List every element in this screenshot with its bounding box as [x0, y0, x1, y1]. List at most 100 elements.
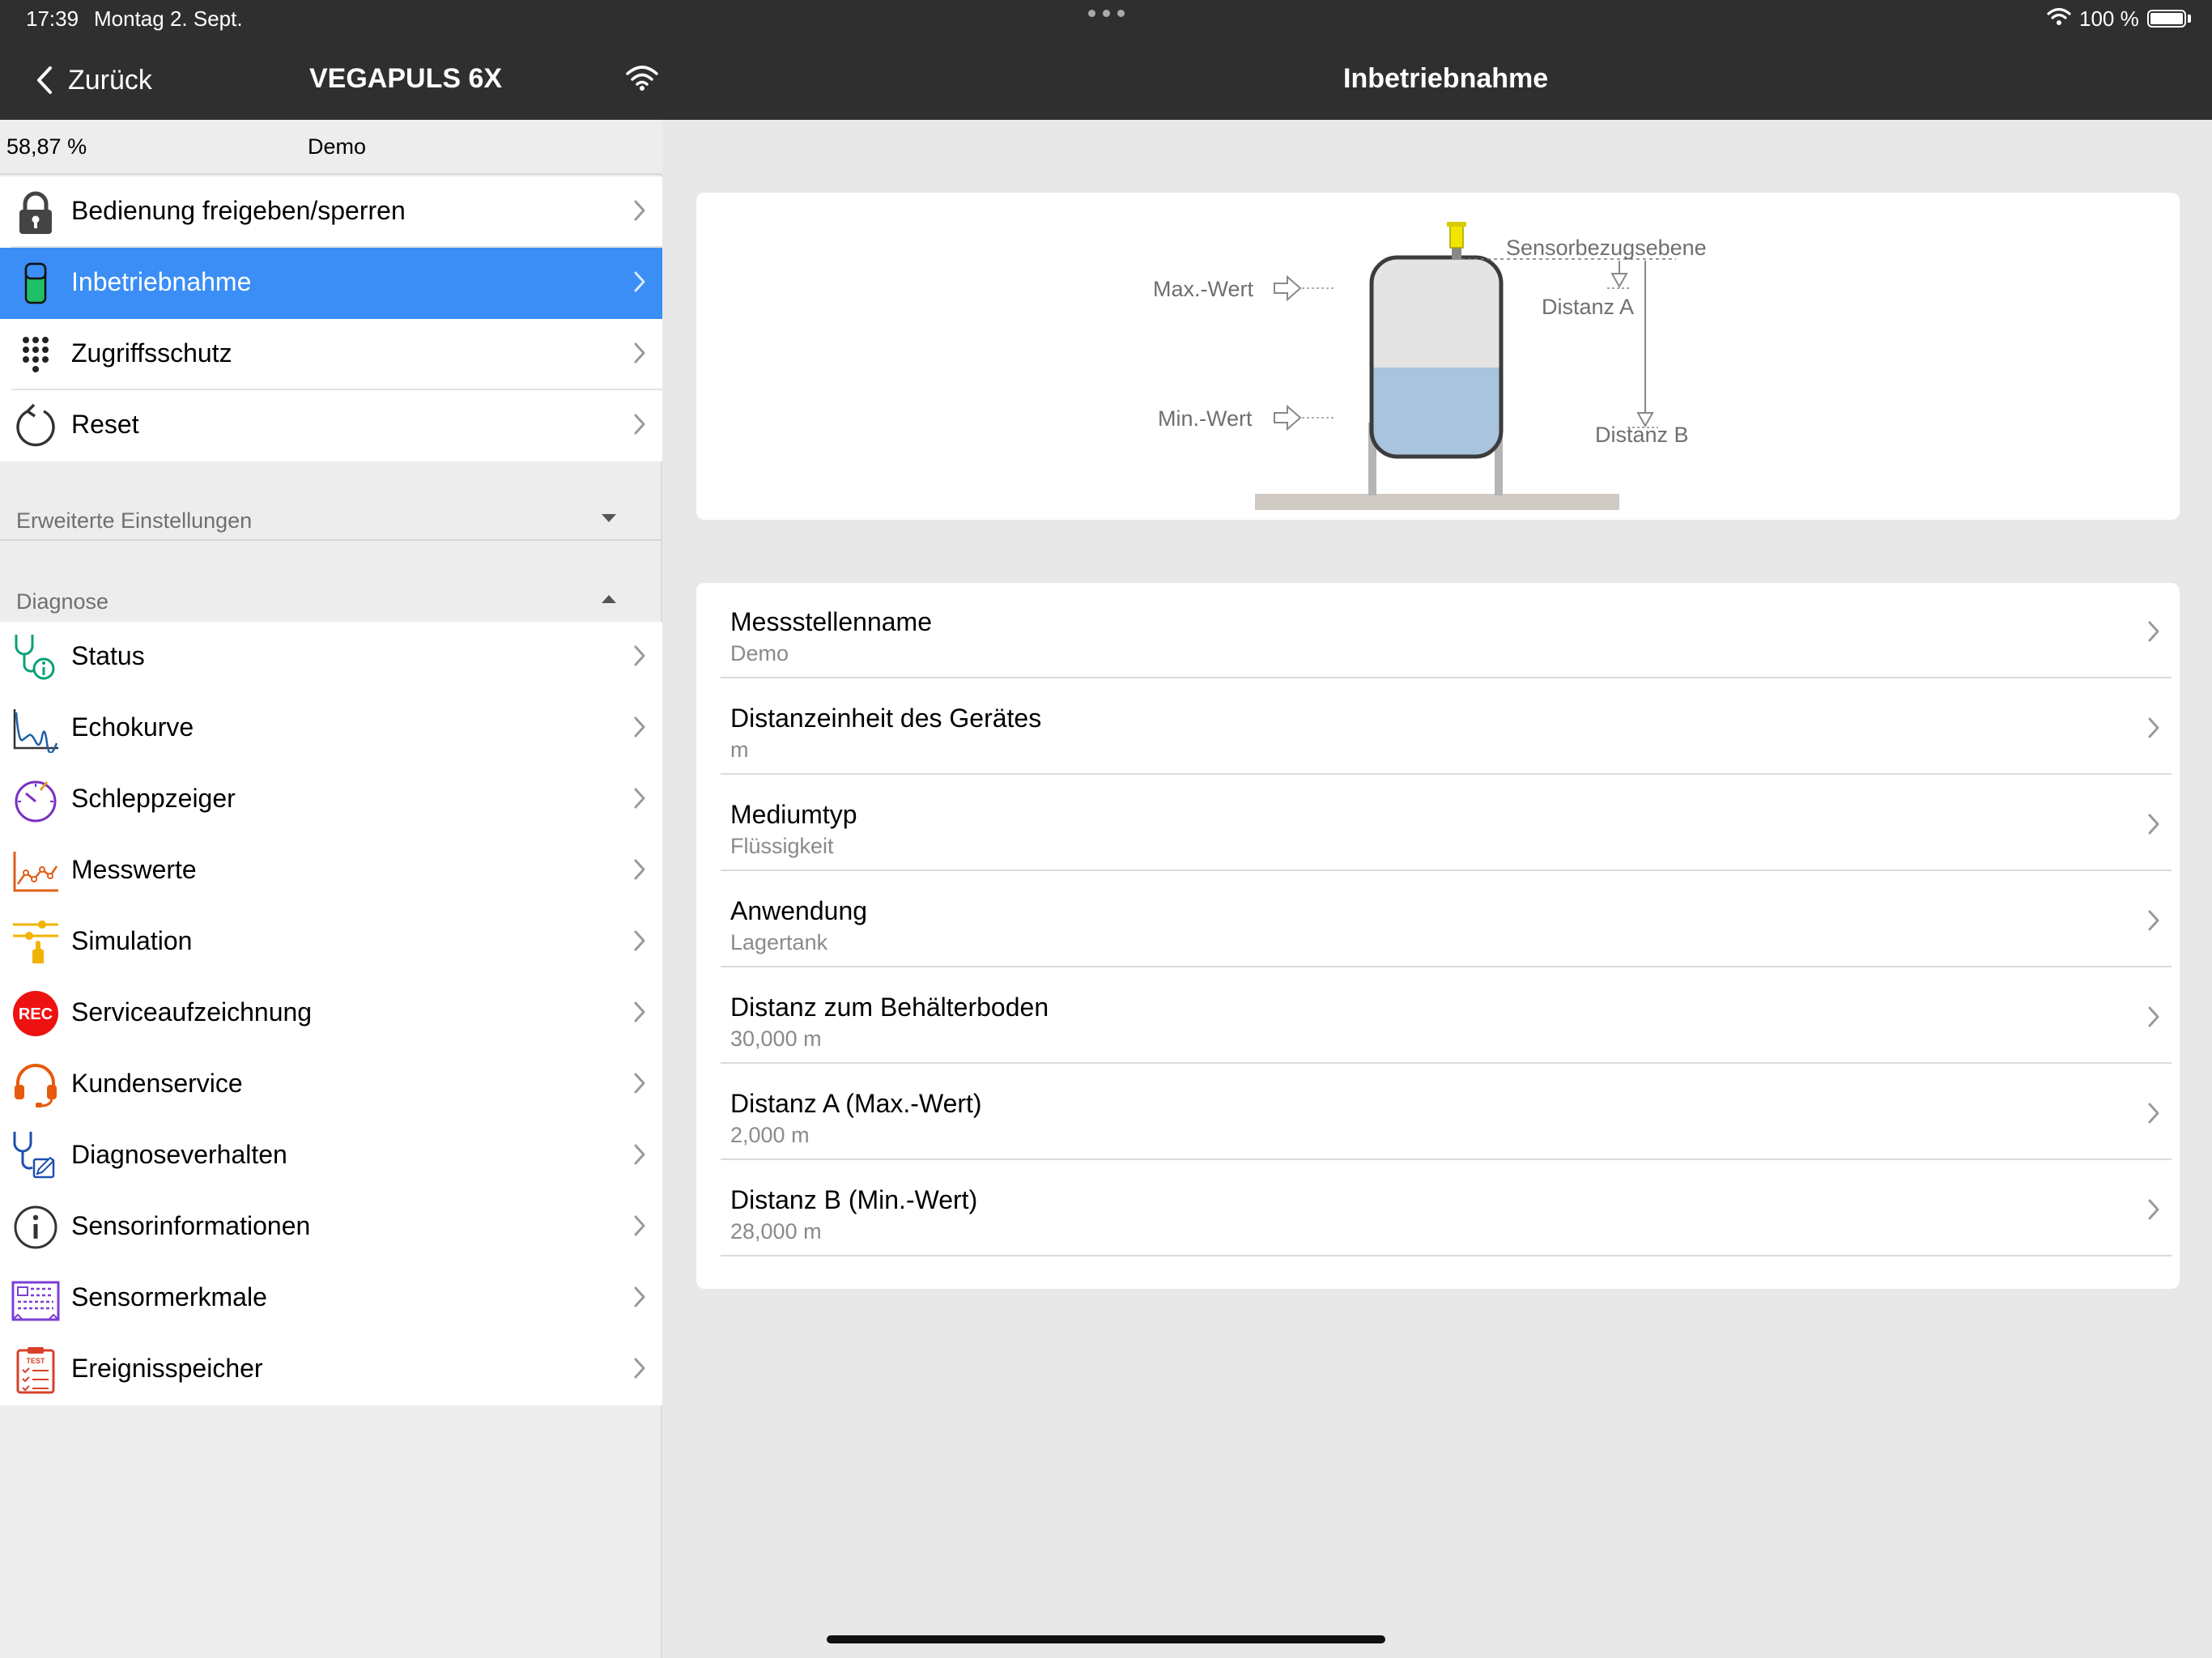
stethoscope-edit-icon — [13, 1132, 55, 1179]
chevron-right-icon — [634, 859, 645, 880]
sidebar: 58,87 % Demo Bedienung freigeben/sperren… — [0, 120, 662, 1658]
chevron-right-icon — [634, 716, 645, 738]
wifi-icon — [626, 66, 658, 91]
rec-badge-text: REC — [19, 1005, 53, 1023]
page-title: Inbetriebnahme — [1343, 63, 1549, 94]
chevron-right-icon — [634, 1073, 645, 1094]
arrow-right-icon — [1274, 274, 1302, 302]
setting-row-medium-type[interactable]: Mediumtyp Flüssigkeit — [696, 776, 2180, 871]
setting-row-vessel-bottom[interactable]: Distanz zum Behälterboden 30,000 m — [696, 968, 2180, 1064]
chevron-right-icon — [2148, 910, 2159, 931]
chevron-right-icon — [634, 1215, 645, 1236]
sidebar-item-label: Serviceaufzeichnung — [71, 997, 313, 1027]
setting-title: Distanz zum Behälterboden — [730, 993, 1049, 1022]
sidebar-item-label: Diagnoseverhalten — [71, 1140, 287, 1169]
distance-b-label: Distanz B — [1595, 423, 1689, 447]
setting-row-tag-name[interactable]: Messstellenname Demo — [696, 583, 2180, 678]
sidebar-item-sensor-info[interactable]: Sensorinformationen — [0, 1192, 662, 1263]
sidebar-item-label: Sensorinformationen — [71, 1211, 311, 1240]
chevron-right-icon — [2148, 717, 2159, 738]
status-date: Montag 2. Sept. — [94, 6, 243, 31]
sidebar-item-label: Inbetriebnahme — [71, 267, 252, 296]
chevron-right-icon — [2148, 814, 2159, 835]
sidebar-item-sensor-features[interactable]: Sensormerkmale — [0, 1263, 662, 1334]
sensor-features-icon — [11, 1281, 60, 1321]
settings-list: Messstellenname Demo Distanzeinheit des … — [696, 583, 2180, 1289]
simulation-icon — [13, 920, 58, 963]
tag-name: Demo — [308, 134, 367, 159]
sidebar-item-reset[interactable]: Reset — [0, 390, 662, 461]
section-extended-settings[interactable]: Erweiterte Einstellungen — [0, 489, 662, 538]
navigation-bar: 17:39 Montag 2. Sept. 100 % Zurück VEGAP… — [0, 0, 2212, 120]
chevron-right-icon — [634, 1144, 645, 1165]
sidebar-item-diagnosis-behaviour[interactable]: Diagnoseverhalten — [0, 1120, 662, 1192]
setting-value: m — [730, 738, 749, 762]
chevron-right-icon — [2148, 1006, 2159, 1027]
setting-title: Distanzeinheit des Gerätes — [730, 704, 1042, 733]
setting-value: 2,000 m — [730, 1123, 810, 1147]
peak-indicator-icon — [15, 780, 57, 823]
sidebar-item-label: Status — [71, 641, 145, 670]
distance-a-label: Distanz A — [1542, 295, 1634, 319]
setting-title: Distanz A (Max.-Wert) — [730, 1089, 982, 1118]
max-value-label: Max.-Wert — [1153, 277, 1254, 301]
test-badge-text: TEST — [26, 1357, 45, 1365]
home-indicator[interactable] — [827, 1635, 1385, 1643]
chevron-right-icon — [634, 271, 645, 292]
sidebar-item-measured-values[interactable]: Messwerte — [0, 835, 662, 907]
setting-row-distance-a[interactable]: Distanz A (Max.-Wert) 2,000 m — [696, 1065, 2180, 1160]
multitasking-dots-icon[interactable] — [1088, 10, 1125, 17]
chevron-right-icon — [2148, 621, 2159, 642]
lock-icon — [19, 191, 52, 234]
sidebar-item-label: Reset — [71, 410, 139, 439]
section-label: Diagnose — [16, 589, 109, 614]
setting-title: Messstellenname — [730, 607, 932, 636]
setup-menu: Bedienung freigeben/sperren Inbetriebnah… — [0, 176, 662, 461]
sidebar-item-label: Echokurve — [71, 712, 194, 742]
wifi-status-icon — [2047, 7, 2071, 25]
sidebar-item-echo-curve[interactable]: Echokurve — [0, 693, 662, 764]
setting-title: Mediumtyp — [730, 800, 857, 829]
sidebar-item-peak-indicator[interactable]: Schleppzeiger — [0, 764, 662, 835]
sidebar-item-commissioning[interactable]: Inbetriebnahme — [0, 248, 662, 319]
sidebar-item-label: Sensormerkmale — [71, 1282, 267, 1312]
sidebar-item-status[interactable]: Status — [0, 622, 662, 693]
chevron-right-icon — [634, 414, 645, 435]
sidebar-item-access-protection[interactable]: Zugriffsschutz — [0, 319, 662, 390]
back-button[interactable]: Zurück — [36, 60, 152, 100]
sidebar-item-simulation[interactable]: Simulation — [0, 907, 662, 978]
reset-icon — [16, 403, 55, 447]
section-diagnosis[interactable]: Diagnose — [0, 570, 662, 619]
chevron-left-icon — [37, 66, 52, 94]
level-percent: 58,87 % — [6, 134, 87, 159]
sidebar-item-label: Kundenservice — [71, 1069, 243, 1098]
chevron-right-icon — [634, 1286, 645, 1307]
battery-percent: 100 % — [2079, 6, 2139, 31]
setting-row-distance-b[interactable]: Distanz B (Min.-Wert) 28,000 m — [696, 1161, 2180, 1256]
rec-icon: REC — [13, 991, 58, 1036]
min-value-label: Min.-Wert — [1158, 406, 1253, 431]
keypad-icon — [23, 337, 49, 372]
echo-curve-icon — [13, 709, 58, 753]
setting-value: 30,000 m — [730, 1027, 822, 1051]
sidebar-item-customer-service[interactable]: Kundenservice — [0, 1049, 662, 1120]
chevron-right-icon — [634, 645, 645, 666]
sidebar-item-service-recording[interactable]: REC Serviceaufzeichnung — [0, 978, 662, 1049]
reference-plane-label: Sensorbezugsebene — [1506, 236, 1707, 260]
tank-fill — [1372, 368, 1501, 457]
connection-button[interactable] — [625, 63, 659, 96]
chevron-right-icon — [634, 342, 645, 363]
sidebar-item-event-memory[interactable]: TEST Ereignisspeicher — [0, 1334, 662, 1405]
back-label: Zurück — [68, 64, 152, 96]
setting-row-distance-unit[interactable]: Distanzeinheit des Gerätes m — [696, 679, 2180, 775]
setting-value: Demo — [730, 641, 789, 665]
sidebar-item-lock[interactable]: Bedienung freigeben/sperren — [0, 176, 662, 248]
setting-row-application[interactable]: Anwendung Lagertank — [696, 872, 2180, 967]
status-time: 17:39 — [26, 6, 79, 31]
event-memory-icon: TEST — [16, 1347, 55, 1394]
info-icon — [14, 1205, 57, 1249]
setting-value: Lagertank — [730, 930, 828, 954]
setting-title: Anwendung — [730, 896, 868, 925]
chevron-right-icon — [2148, 1199, 2159, 1220]
status-bar: 17:39 Montag 2. Sept. 100 % — [0, 0, 2212, 39]
